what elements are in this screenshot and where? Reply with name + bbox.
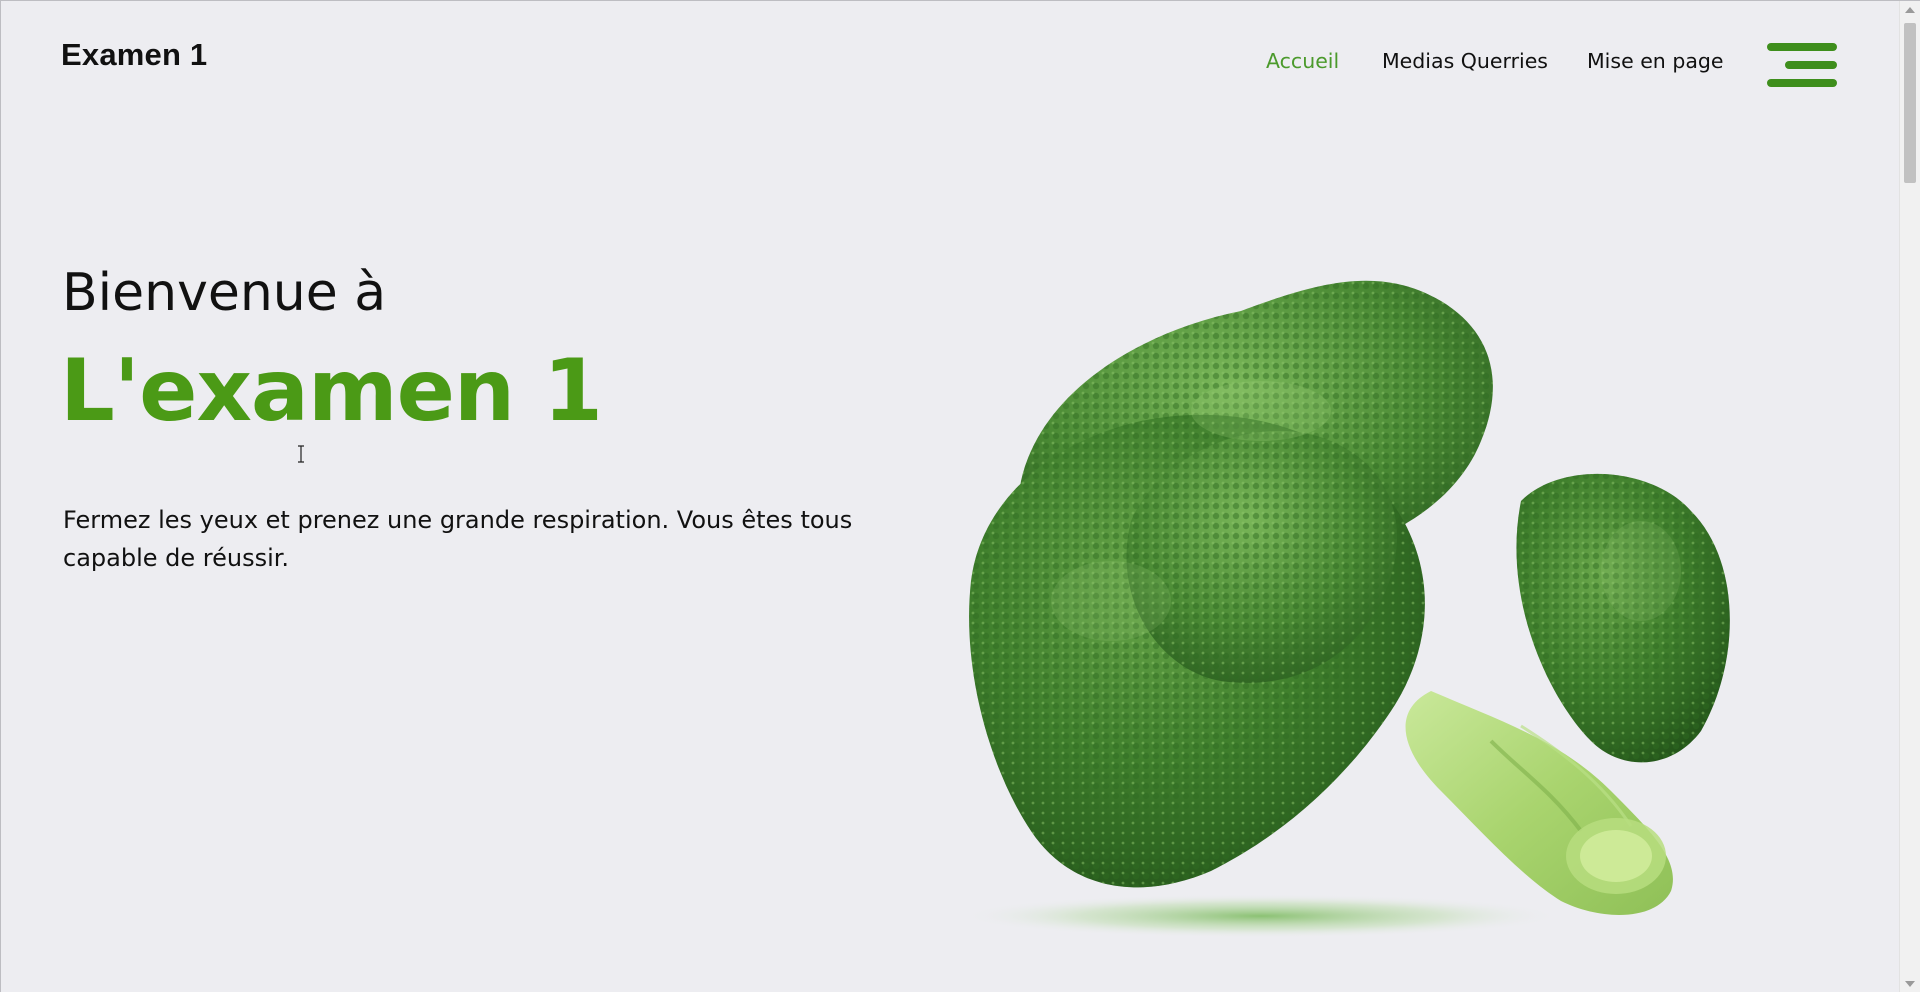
main-nav: Accueil Medias Querries Mise en page [1, 49, 1920, 89]
scroll-down-arrow-icon[interactable] [1905, 981, 1915, 987]
scrollbar-thumb[interactable] [1904, 23, 1916, 183]
menu-bar-middle [1785, 61, 1837, 69]
nav-link-mise-en-page[interactable]: Mise en page [1587, 49, 1724, 73]
hamburger-menu-icon[interactable] [1767, 41, 1839, 89]
nav-link-medias-querries[interactable]: Medias Querries [1382, 49, 1548, 73]
hero-pretitle: Bienvenue à [62, 263, 387, 323]
text-cursor-icon [298, 445, 304, 463]
hero-title: L'examen 1 [60, 341, 603, 441]
hero-paragraph: Fermez les yeux et prenez une grande res… [63, 506, 853, 572]
vertical-scrollbar[interactable] [1899, 1, 1920, 992]
scroll-up-arrow-icon[interactable] [1905, 7, 1915, 13]
menu-bar-bottom [1767, 79, 1837, 87]
broccoli-image [961, 280, 1730, 938]
menu-bar-top [1767, 43, 1837, 51]
page: Examen 1 Accueil Medias Querries Mise en… [0, 0, 1920, 992]
nav-link-accueil[interactable]: Accueil [1266, 49, 1339, 73]
